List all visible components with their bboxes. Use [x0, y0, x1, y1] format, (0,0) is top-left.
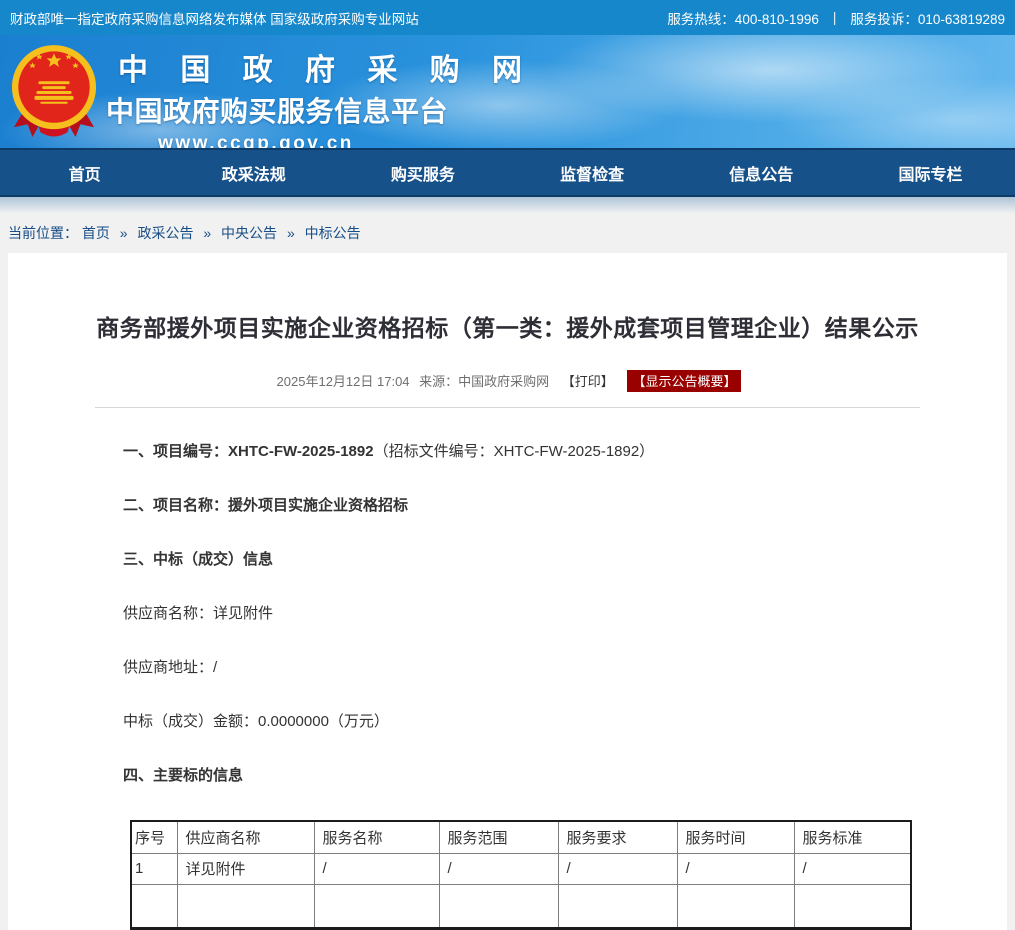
top-service-bar: 财政部唯一指定政府采购信息网络发布媒体 国家级政府采购专业网站 服务热线：400…: [0, 0, 1015, 35]
nav-item-home[interactable]: 首页: [0, 161, 169, 185]
col-header-service-scope: 服务范围: [439, 821, 558, 853]
site-logo[interactable]: 中 国 政 府 采 购 网 中国政府购买服务信息平台 www.ccgp.gov.…: [106, 45, 406, 148]
cell-service-name: /: [314, 853, 439, 884]
service-complaint: 服务投诉：010-63819289: [850, 8, 1005, 28]
paragraph-award-amount: 中标（成交）金额：0.0000000（万元）: [123, 712, 917, 732]
items-table: 序号 供应商名称 服务名称 服务范围 服务要求 服务时间 服务标准 1 详见附件…: [130, 820, 912, 930]
paragraph-project-name: 二、项目名称：援外项目实施企业资格招标: [123, 496, 917, 516]
cell-index: 1: [131, 853, 177, 884]
paragraph-project-number: 一、项目编号：XHTC-FW-2025-1892（招标文件编号：XHTC-FW-…: [123, 442, 917, 462]
cell-empty: [794, 884, 911, 928]
paragraph-supplier-name: 供应商名称：详见附件: [123, 604, 917, 624]
article-body: 一、项目编号：XHTC-FW-2025-1892（招标文件编号：XHTC-FW-…: [8, 442, 1007, 930]
breadcrumb-separator: »: [287, 225, 295, 241]
nav-item-services[interactable]: 购买服务: [338, 161, 507, 185]
site-url: www.ccgp.gov.cn: [106, 133, 406, 148]
site-name: 中 国 政 府 采 购 网: [118, 45, 406, 89]
print-button[interactable]: 【打印】: [562, 374, 614, 389]
china-national-emblem-icon: [10, 43, 98, 146]
cell-service-req: /: [558, 853, 677, 884]
service-hotline: 服务热线：400-810-1996: [667, 8, 819, 28]
nav-shadow-strip: [0, 197, 1015, 213]
cell-empty: [677, 884, 794, 928]
article-meta: 2025年12月12日 17:04 来源：中国政府采购网 【打印】 【显示公告概…: [8, 370, 1007, 392]
col-header-index: 序号: [131, 821, 177, 853]
meta-divider: [95, 407, 920, 408]
nav-item-supervision[interactable]: 监督检查: [508, 161, 677, 185]
table-row: 1 详见附件 / / / / /: [131, 853, 911, 884]
service-contacts: 服务热线：400-810-1996 | 服务投诉：010-63819289: [667, 8, 1005, 28]
col-header-service-std: 服务标准: [794, 821, 911, 853]
col-header-service-time: 服务时间: [677, 821, 794, 853]
paragraph-award-info-heading: 三、中标（成交）信息: [123, 550, 917, 570]
col-header-service-req: 服务要求: [558, 821, 677, 853]
breadcrumb-item-notices[interactable]: 政采公告: [137, 225, 193, 241]
table-row-empty: [131, 884, 911, 928]
table-header-row: 序号 供应商名称 服务名称 服务范围 服务要求 服务时间 服务标准: [131, 821, 911, 853]
nav-item-regulations[interactable]: 政采法规: [169, 161, 338, 185]
breadcrumb-item-home[interactable]: 首页: [82, 225, 110, 241]
breadcrumb-item-award[interactable]: 中标公告: [305, 225, 361, 241]
contact-separator: |: [833, 10, 837, 25]
cell-service-scope: /: [439, 853, 558, 884]
article-title: 商务部援外项目实施企业资格招标（第一类：援外成套项目管理企业）结果公示: [8, 253, 1007, 343]
publish-datetime: 2025年12月12日 17:04: [277, 374, 410, 389]
main-nav: 首页 政采法规 购买服务 监督检查 信息公告 国际专栏: [0, 148, 1015, 197]
cell-empty: [131, 884, 177, 928]
breadcrumb-separator: »: [203, 225, 211, 241]
nav-item-international[interactable]: 国际专栏: [846, 161, 1015, 185]
site-slogan: 财政部唯一指定政府采购信息网络发布媒体 国家级政府采购专业网站: [10, 8, 419, 28]
paragraph-supplier-address: 供应商地址：/: [123, 658, 917, 678]
breadcrumb-label: 当前位置：: [8, 225, 78, 241]
article-source: 来源：中国政府采购网: [419, 374, 549, 389]
col-header-supplier: 供应商名称: [177, 821, 314, 853]
breadcrumb: 当前位置： 首页 » 政采公告 » 中央公告 » 中标公告: [0, 213, 1015, 253]
breadcrumb-item-central[interactable]: 中央公告: [221, 225, 277, 241]
cell-empty: [558, 884, 677, 928]
paragraph-main-items-heading: 四、主要标的信息: [123, 766, 917, 786]
breadcrumb-separator: »: [120, 225, 128, 241]
col-header-service-name: 服务名称: [314, 821, 439, 853]
cell-empty: [314, 884, 439, 928]
cell-service-time: /: [677, 853, 794, 884]
cell-empty: [177, 884, 314, 928]
site-subtitle: 中国政府购买服务信息平台: [106, 90, 406, 130]
cell-supplier: 详见附件: [177, 853, 314, 884]
nav-item-announcements[interactable]: 信息公告: [677, 161, 846, 185]
site-header-banner: 中 国 政 府 采 购 网 中国政府购买服务信息平台 www.ccgp.gov.…: [0, 35, 1015, 148]
cell-empty: [439, 884, 558, 928]
article-content: 商务部援外项目实施企业资格招标（第一类：援外成套项目管理企业）结果公示 2025…: [8, 253, 1007, 930]
show-summary-button[interactable]: 【显示公告概要】: [627, 370, 741, 392]
cell-service-std: /: [794, 853, 911, 884]
